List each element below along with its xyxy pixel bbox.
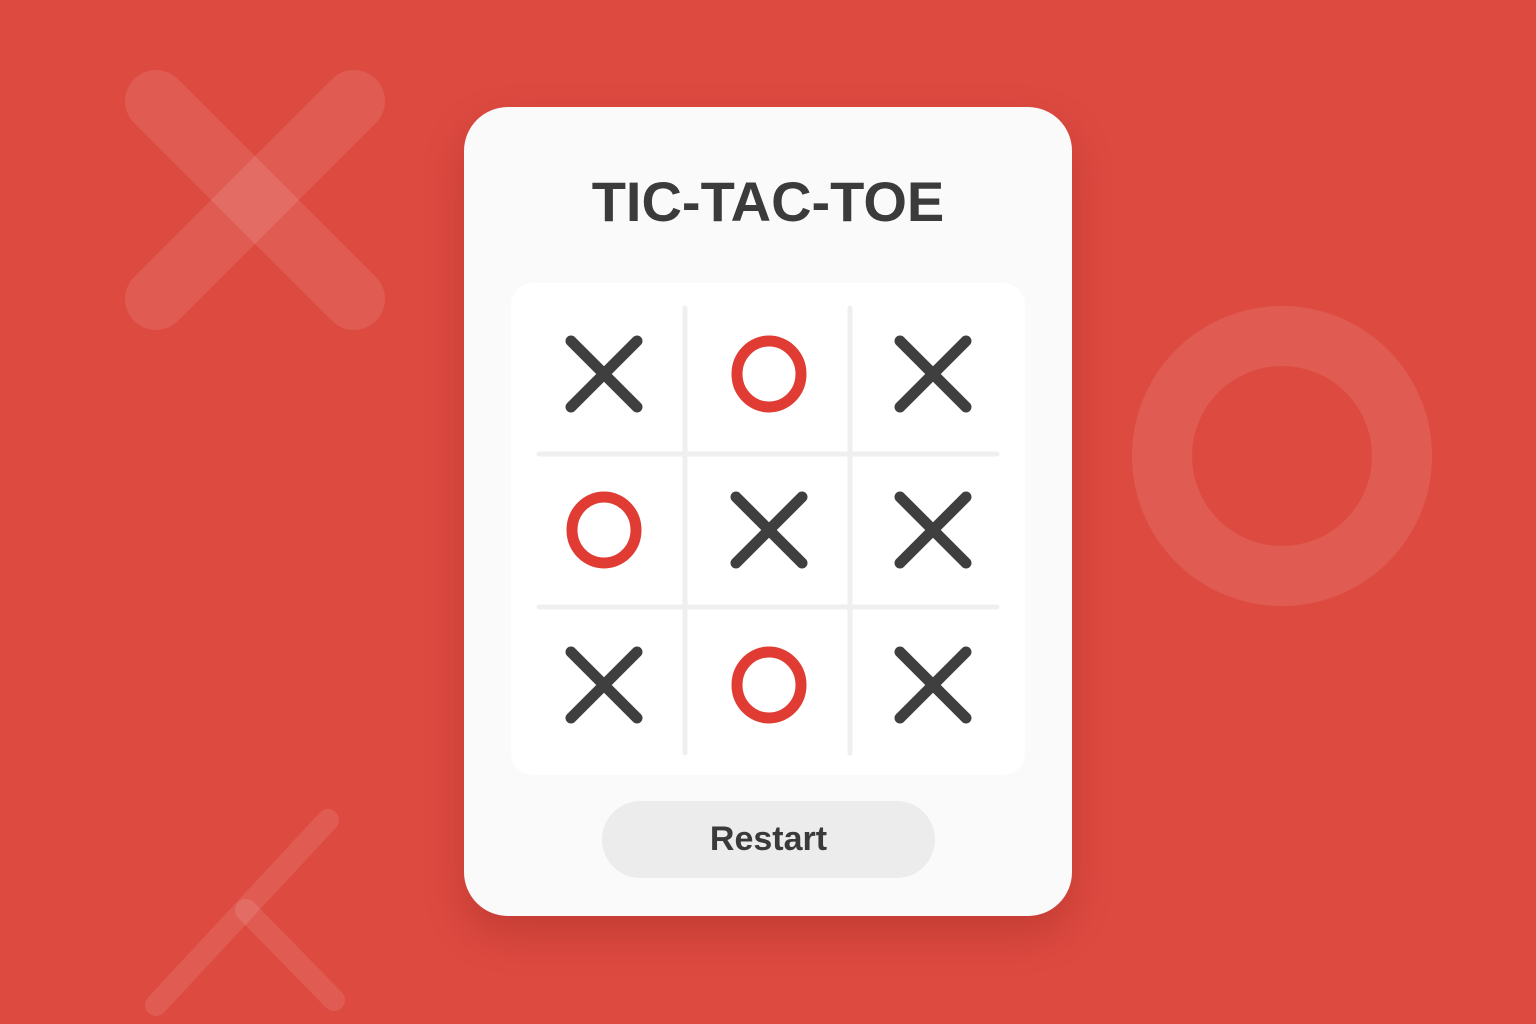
cell-0-2[interactable] (858, 304, 1008, 444)
x-mark-icon (730, 491, 808, 569)
cell-2-1[interactable] (694, 615, 844, 755)
cell-1-2[interactable] (858, 460, 1008, 600)
cell-2-0[interactable] (529, 615, 679, 755)
x-mark-icon (894, 335, 972, 413)
o-mark-icon (566, 491, 642, 569)
cell-0-0[interactable] (529, 304, 679, 444)
cell-0-1[interactable] (694, 304, 844, 444)
o-mark-icon (731, 646, 807, 724)
x-mark-icon (565, 646, 643, 724)
game-board (511, 283, 1025, 775)
cell-2-2[interactable] (858, 615, 1008, 755)
game-title: TIC-TAC-TOE (591, 170, 945, 233)
cell-1-1[interactable] (694, 460, 844, 600)
x-mark-icon (565, 335, 643, 413)
cell-1-0[interactable] (529, 460, 679, 600)
background-o-icon (1132, 306, 1432, 606)
background-x-icon-bottom (145, 809, 345, 1016)
background-x-icon (125, 70, 385, 330)
game-card: TIC-TAC-TOE Restart (464, 107, 1072, 916)
restart-button[interactable]: Restart (602, 801, 935, 878)
o-mark-icon (731, 335, 807, 413)
x-mark-icon (894, 646, 972, 724)
x-mark-icon (894, 491, 972, 569)
